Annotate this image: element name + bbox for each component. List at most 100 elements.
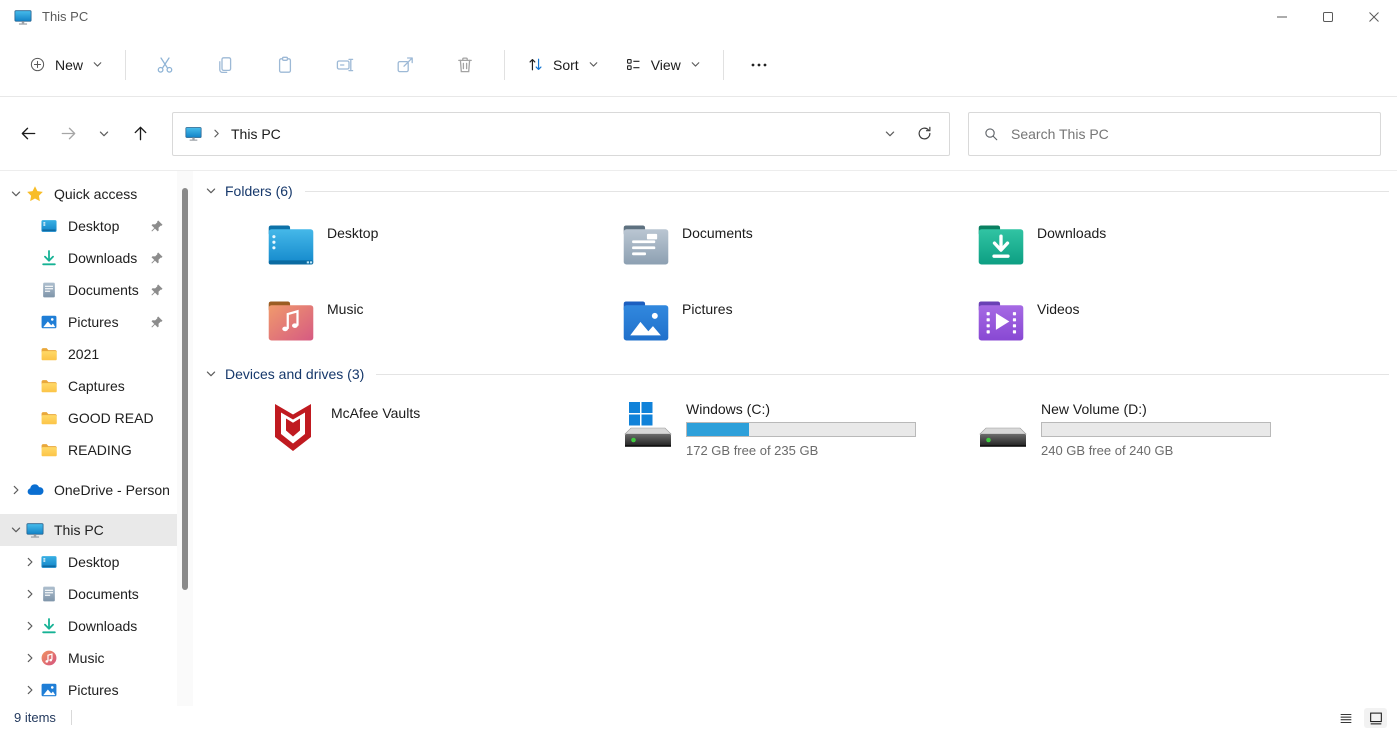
titlebar: This PC: [0, 0, 1397, 33]
chevron-down-icon[interactable]: [5, 188, 26, 200]
sidebar-item-documents[interactable]: Documents: [0, 274, 177, 306]
chevron-right-icon[interactable]: [19, 556, 40, 568]
chevron-right-icon[interactable]: [19, 684, 40, 696]
see-more-button[interactable]: [739, 45, 779, 85]
tile-desktop[interactable]: Desktop: [265, 219, 620, 271]
view-list-icon: [625, 56, 642, 73]
chevron-right-icon[interactable]: [19, 620, 40, 632]
toolbar-divider: [504, 50, 505, 80]
drive-free-text: 240 GB free of 240 GB: [1041, 443, 1271, 458]
breadcrumb[interactable]: This PC: [231, 126, 281, 142]
drive-tile-new-volume-d[interactable]: New Volume (D:)240 GB free of 240 GB: [975, 399, 1330, 458]
rename-button[interactable]: [325, 45, 365, 85]
large-icons-view-button[interactable]: [1364, 708, 1387, 728]
sidebar-item-label: Downloads: [68, 250, 137, 266]
chevron-right-icon[interactable]: [19, 652, 40, 664]
section-header[interactable]: Devices and drives (3): [205, 364, 1389, 384]
sidebar-scrollbar[interactable]: [177, 171, 193, 706]
scrollbar-thumb[interactable]: [182, 188, 188, 590]
tile-label: Documents: [682, 225, 753, 241]
tile-pictures[interactable]: Pictures: [620, 295, 975, 347]
mcafee-shield-icon: [265, 399, 321, 455]
folder-videos-icon: [975, 295, 1027, 347]
pin-icon: [150, 315, 164, 329]
chevron-down-icon: [690, 59, 701, 70]
sidebar-item-label: Pictures: [68, 314, 119, 330]
chevron-down-icon[interactable]: [5, 524, 26, 536]
share-button[interactable]: [385, 45, 425, 85]
tile-mcafee-vaults[interactable]: McAfee Vaults: [265, 399, 620, 451]
sidebar-item-downloads[interactable]: Downloads: [0, 610, 177, 642]
items-count: 9 items: [14, 710, 56, 725]
sidebar-item-label: Desktop: [68, 218, 119, 234]
search-input[interactable]: [1011, 126, 1366, 142]
address-bar[interactable]: This PC: [172, 112, 950, 156]
star-icon: [26, 185, 44, 203]
download-mini-icon: [40, 617, 58, 635]
view-toggle-group: [1334, 708, 1387, 728]
recent-locations-button[interactable]: [90, 116, 118, 152]
new-button[interactable]: New: [16, 45, 116, 85]
toolbar: New Sort View: [0, 33, 1397, 97]
tile-documents[interactable]: Documents: [620, 219, 975, 271]
cut-button[interactable]: [145, 45, 185, 85]
chevron-down-icon[interactable]: [205, 185, 217, 197]
sidebar-item-pictures[interactable]: Pictures: [0, 306, 177, 338]
new-button-label: New: [55, 57, 83, 73]
section-grid: McAfee VaultsWindows (C:)172 GB free of …: [265, 399, 1389, 458]
sidebar-item-pictures[interactable]: Pictures: [0, 674, 177, 706]
chevron-right-icon: [211, 128, 222, 139]
address-dropdown-button[interactable]: [873, 117, 907, 151]
maximize-button[interactable]: [1305, 0, 1351, 33]
folder-mini-icon: [40, 377, 58, 395]
toolbar-divider: [125, 50, 126, 80]
sidebar-item-good-read[interactable]: GOOD READ: [0, 402, 177, 434]
view-button[interactable]: View: [612, 45, 714, 85]
copy-button[interactable]: [205, 45, 245, 85]
sidebar-item-2021[interactable]: 2021: [0, 338, 177, 370]
section-header[interactable]: Folders (6): [205, 181, 1389, 201]
picture-mini-icon: [40, 681, 58, 699]
section-folders-6: Folders (6) Desktop Documents Downloads Musi…: [205, 181, 1389, 347]
refresh-icon: [916, 125, 933, 142]
sidebar-item-downloads[interactable]: Downloads: [0, 242, 177, 274]
sidebar-item-quick-access[interactable]: Quick access: [0, 178, 177, 210]
back-button[interactable]: [10, 116, 46, 152]
sort-button[interactable]: Sort: [514, 45, 612, 85]
sort-arrows-icon: [527, 56, 544, 73]
chevron-down-icon[interactable]: [205, 368, 217, 380]
sidebar-item-desktop[interactable]: Desktop: [0, 546, 177, 578]
pin-icon: [150, 219, 164, 233]
tile-videos[interactable]: Videos: [975, 295, 1330, 347]
pin-icon: [150, 251, 164, 265]
sidebar-item-onedrive-person[interactable]: OneDrive - Person: [0, 474, 177, 506]
tile-music[interactable]: Music: [265, 295, 620, 347]
chevron-right-icon[interactable]: [5, 484, 26, 496]
document-mini-icon: [40, 281, 58, 299]
drive-tile-windows-c[interactable]: Windows (C:)172 GB free of 235 GB: [620, 399, 975, 458]
chevron-down-icon: [588, 59, 599, 70]
sidebar-item-captures[interactable]: Captures: [0, 370, 177, 402]
details-view-button[interactable]: [1334, 708, 1357, 728]
sidebar-item-music[interactable]: Music: [0, 642, 177, 674]
paste-button[interactable]: [265, 45, 305, 85]
tile-label: Videos: [1037, 301, 1080, 317]
sidebar-item-documents[interactable]: Documents: [0, 578, 177, 610]
large-icons-view-icon: [1368, 710, 1384, 726]
refresh-button[interactable]: [907, 117, 941, 151]
search-box[interactable]: [968, 112, 1381, 156]
tile-downloads[interactable]: Downloads: [975, 219, 1330, 271]
folder-mini-icon: [40, 345, 58, 363]
sidebar-item-this-pc[interactable]: This PC: [0, 514, 177, 546]
this-pc-monitor-icon: [185, 125, 202, 142]
close-button[interactable]: [1351, 0, 1397, 33]
delete-button[interactable]: [445, 45, 485, 85]
sidebar-item-label: Desktop: [68, 554, 119, 570]
sidebar-item-reading[interactable]: READING: [0, 434, 177, 466]
up-button[interactable]: [122, 116, 158, 152]
forward-button[interactable]: [50, 116, 86, 152]
sidebar-item-desktop[interactable]: Desktop: [0, 210, 177, 242]
desktop-mini-icon: [40, 553, 58, 571]
minimize-button[interactable]: [1259, 0, 1305, 33]
chevron-right-icon[interactable]: [19, 588, 40, 600]
